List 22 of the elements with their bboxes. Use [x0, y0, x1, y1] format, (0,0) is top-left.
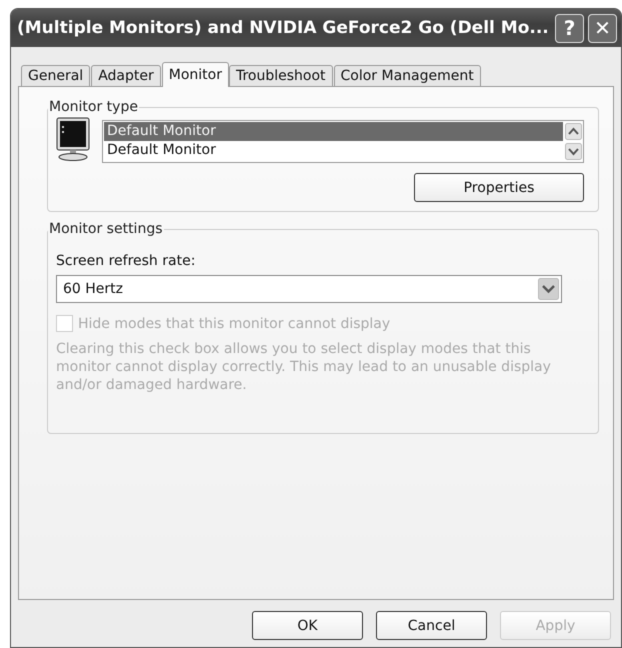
- description-text: Clearing this check box allows you to select display modes that this monitor cannot display correctly. This may lead to an unusable display and/or damaged hardware.: [56, 340, 552, 394]
- tab[interactable]: Troubleshoot: [228, 65, 333, 87]
- list-item[interactable]: Default Monitor: [104, 122, 563, 141]
- refresh-rate-label: Screen refresh rate:: [56, 253, 196, 269]
- properties-button[interactable]: Properties: [414, 173, 584, 202]
- refresh-rate-dropdown[interactable]: 60 Hertz: [56, 275, 562, 303]
- scroll-down-icon[interactable]: [565, 143, 582, 160]
- tab[interactable]: Monitor: [162, 62, 229, 87]
- dialog-button[interactable]: Cancel: [376, 611, 487, 640]
- dialog-button[interactable]: OK: [252, 611, 363, 640]
- tab[interactable]: General: [21, 65, 90, 87]
- window-title: (Multiple Monitors) and NVIDIA GeForce2 Go (Dell Mo...: [17, 18, 550, 38]
- help-button[interactable]: ?: [555, 14, 584, 42]
- group-label: Monitor settings: [48, 221, 164, 237]
- group-label: Monitor type: [48, 99, 139, 115]
- monitor-icon: [56, 117, 90, 161]
- tab[interactable]: Color Management: [334, 65, 481, 87]
- list-item[interactable]: Default Monitor: [104, 141, 563, 160]
- scroll-up-icon[interactable]: [565, 123, 582, 140]
- close-button[interactable]: ✕: [588, 14, 617, 42]
- monitor-list[interactable]: Default Monitor Default Monitor: [102, 120, 584, 163]
- tab[interactable]: Adapter: [91, 65, 161, 87]
